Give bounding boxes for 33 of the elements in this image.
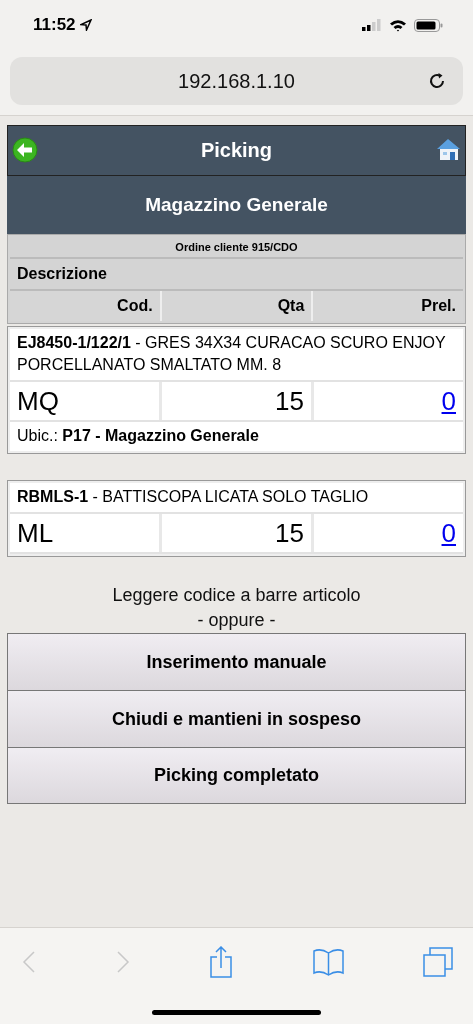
url-text: 192.168.1.10 — [178, 69, 295, 93]
column-heading: Cod. — [10, 291, 160, 321]
column-heading: Prel. — [313, 291, 463, 321]
action-button[interactable]: Picking completato — [7, 747, 466, 804]
address-bar[interactable]: 192.168.1.10 — [10, 57, 463, 105]
page-title: Picking — [200, 139, 273, 162]
reload-icon[interactable] — [429, 72, 447, 90]
instruction-text: - oppure - — [197, 609, 276, 632]
picked-link[interactable]: 0 — [441, 386, 456, 416]
item-description: RBMLS-1 - BATTISCOPA LICATA SOLO TAGLIO — [17, 488, 369, 505]
tabs-icon[interactable] — [423, 947, 453, 977]
item-description: EJ8450-1/122/1 - GRES 34X34 CURACAO SCURO ENJOY PORCELLANATO SMALTATO MM. 8 — [17, 334, 446, 373]
column-heading: Descrizione — [17, 265, 107, 282]
signal-icon — [362, 19, 382, 31]
share-icon[interactable] — [209, 946, 233, 978]
instruction-text: Leggere codice a barre articolo — [112, 584, 361, 607]
quantity-cell: 15 — [162, 514, 311, 552]
location-text: Ubic.: P17 - Magazzino Generale — [17, 427, 259, 444]
wifi-icon — [389, 18, 407, 32]
action-button[interactable]: Chiudi e mantieni in sospeso — [7, 690, 466, 747]
location-arrow-icon — [79, 19, 92, 31]
column-heading: Qta — [161, 291, 312, 321]
unit-cell: MQ — [10, 382, 159, 420]
order-title: Ordine cliente 915/CDO — [175, 241, 298, 253]
warehouse-name: Magazzino Generale — [145, 194, 328, 216]
unit-cell: ML — [10, 514, 159, 552]
quantity-cell: 15 — [162, 382, 311, 420]
picked-link[interactable]: 0 — [441, 518, 456, 548]
battery-icon — [414, 18, 443, 32]
book-icon[interactable] — [312, 948, 344, 976]
house-icon[interactable] — [436, 138, 461, 162]
clock-time: 11:52 — [33, 15, 76, 35]
action-button[interactable]: Inserimento manuale — [7, 633, 466, 690]
